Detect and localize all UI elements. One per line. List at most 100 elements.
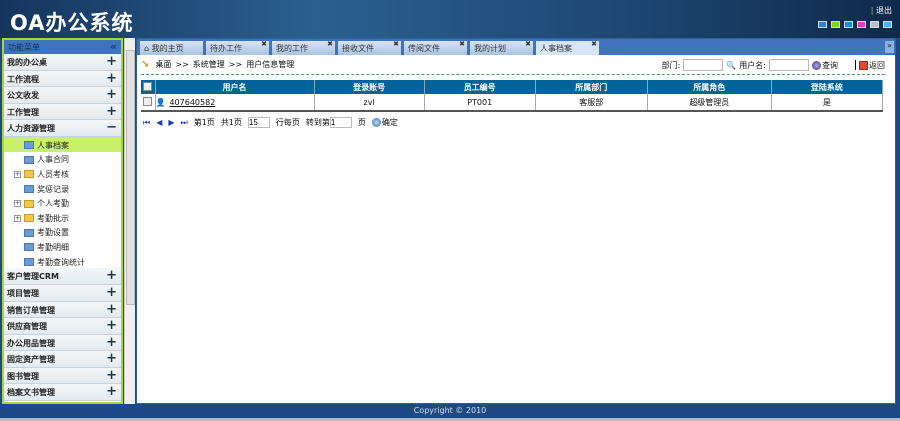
- collapse-icon[interactable]: «: [110, 40, 117, 53]
- tab[interactable]: 接收文件 ✖: [338, 40, 401, 55]
- expand-icon[interactable]: +: [14, 170, 21, 178]
- close-icon[interactable]: ✖: [591, 40, 597, 48]
- tab-more-icon[interactable]: »: [885, 41, 894, 53]
- menu-group[interactable]: 工作流程 +: [4, 70, 121, 88]
- close-icon[interactable]: ✖: [393, 40, 399, 48]
- username-link[interactable]: 407640582: [169, 98, 215, 107]
- menu-group[interactable]: 工作管理 +: [4, 103, 121, 121]
- plus-icon: +: [106, 54, 117, 69]
- menu-item[interactable]: 考勤查询统计: [4, 254, 121, 269]
- menu-group[interactable]: 办公用品管理 +: [4, 334, 121, 352]
- sidebar-header: 功能菜单 «: [4, 40, 121, 54]
- menu-item-label: 考勤查询统计: [37, 257, 85, 267]
- confirm-button[interactable]: 确定: [371, 117, 398, 128]
- breadcrumb-item[interactable]: 桌面: [155, 60, 171, 69]
- close-icon[interactable]: ✖: [327, 40, 333, 48]
- tab[interactable]: 我的工作 ✖: [272, 40, 335, 55]
- menu-group[interactable]: 图书管理 +: [4, 367, 121, 385]
- breadcrumb-separator: >>: [175, 60, 189, 69]
- menu-item[interactable]: + 考勤批示: [4, 210, 121, 225]
- menu-item[interactable]: + 个人考勤: [4, 195, 121, 210]
- menu-item[interactable]: 人事档案: [4, 136, 121, 152]
- globe-icon: [371, 118, 381, 127]
- column-header: 所属部门: [535, 80, 648, 94]
- minus-icon: −: [106, 120, 117, 136]
- menu-item[interactable]: + 人员考核: [4, 166, 121, 181]
- menu-item[interactable]: 考勤设置: [4, 225, 121, 240]
- menu-item[interactable]: 奖惩记录: [4, 181, 121, 196]
- tab-label: 我的工作: [276, 44, 308, 53]
- menu-group-label: 项目管理: [7, 288, 39, 298]
- folder-icon: [24, 170, 34, 179]
- goto-input[interactable]: [329, 117, 352, 128]
- magnifier-icon[interactable]: 🔍: [726, 61, 736, 70]
- menu-group-label: 固定资产管理: [7, 355, 55, 365]
- menu-group-open[interactable]: 人力资源管理 −: [4, 120, 121, 137]
- skin-3[interactable]: [857, 21, 866, 28]
- back-button[interactable]: 返回: [859, 60, 885, 71]
- tab[interactable]: ⌂ 我的主页: [140, 41, 203, 55]
- breadcrumb-item[interactable]: 系统管理: [193, 60, 225, 69]
- prev-page-button[interactable]: ◀: [156, 118, 162, 127]
- menu-group-label: 人力资源管理: [7, 124, 55, 134]
- plus-icon: +: [106, 70, 117, 86]
- skin-1[interactable]: [831, 21, 840, 28]
- skin-5[interactable]: [883, 21, 892, 28]
- per-page-input[interactable]: [247, 117, 270, 128]
- scrollbar-thumb[interactable]: [126, 50, 135, 305]
- page-unit: 页: [357, 118, 366, 127]
- tab-label: 我的计划: [474, 44, 506, 53]
- last-page-button[interactable]: ⏭: [181, 118, 188, 128]
- header: OA办公系统 退出: [0, 0, 900, 38]
- tab[interactable]: 待办工作 ✖: [206, 40, 269, 55]
- select-all-checkbox[interactable]: [143, 81, 153, 91]
- per-page-label: 行每页: [275, 118, 300, 127]
- close-icon[interactable]: ✖: [261, 40, 267, 48]
- search-button[interactable]: 查询: [812, 60, 838, 71]
- menu-item[interactable]: 考勤明细: [4, 239, 121, 254]
- menu-group[interactable]: 档案文书管理 +: [4, 384, 121, 402]
- logout-link[interactable]: 退出: [871, 5, 892, 16]
- page-icon: [24, 155, 34, 164]
- username-input[interactable]: [769, 59, 809, 71]
- next-page-button[interactable]: ▶: [168, 118, 174, 127]
- menu-group[interactable]: 项目管理 +: [4, 284, 121, 302]
- cell-value: 是: [822, 97, 831, 107]
- expand-icon[interactable]: +: [14, 200, 21, 208]
- page-icon: [24, 185, 34, 194]
- cell-value: zvl: [363, 97, 375, 107]
- confirm-label: 确定: [381, 118, 398, 127]
- skin-selector: [818, 21, 892, 28]
- menu-item-label: 人事档案: [37, 140, 69, 150]
- close-icon[interactable]: ✖: [459, 40, 465, 48]
- menu-group[interactable]: 我的办公桌 +: [4, 54, 121, 71]
- sidebar: 功能菜单 « 我的办公桌 + 工作流程 + 公文收发 + 工作管理 + 人力资源管理 − 人事档案…: [2, 38, 123, 404]
- folder-icon: [24, 214, 34, 223]
- menu-item[interactable]: 人事合同: [4, 152, 121, 167]
- skin-0[interactable]: [818, 21, 827, 28]
- menu-group-label: 公文收发: [7, 91, 39, 101]
- skin-4[interactable]: [870, 21, 879, 28]
- menu-group[interactable]: 公文收发 +: [4, 87, 121, 104]
- dept-label: 部门:: [661, 60, 681, 70]
- dept-input[interactable]: [683, 59, 724, 71]
- first-page-button[interactable]: ⏮: [143, 118, 150, 128]
- menu-group-label: 档案文书管理: [7, 388, 55, 398]
- column-header: 员工编号: [424, 80, 536, 94]
- footer: Copyright © 2010: [413, 406, 487, 415]
- menu-group[interactable]: 供应商管理 +: [4, 318, 121, 335]
- menu-group[interactable]: 客户管理CRM +: [4, 268, 121, 285]
- skin-2[interactable]: [844, 21, 853, 28]
- menu-group[interactable]: 销售订单管理 +: [4, 301, 121, 319]
- tab[interactable]: 人事档案 ✖: [536, 40, 599, 55]
- sidebar-scrollbar[interactable]: [124, 38, 135, 404]
- breadcrumb-item: 用户信息管理: [246, 60, 295, 69]
- tab[interactable]: 传阅文件 ✖: [404, 40, 467, 55]
- menu-group[interactable]: 固定资产管理 +: [4, 351, 121, 368]
- expand-icon[interactable]: +: [14, 214, 21, 222]
- table-row: 👤 407640582 zvl PT001 客服部 超级管理员 是: [141, 94, 884, 112]
- main-panel: ⌂ 我的主页 待办工作 ✖ 我的工作 ✖ 接收文件 ✖ 传阅文件 ✖ 我的计划 ✖ 人事档案 ✖» ↘ …: [136, 38, 896, 404]
- close-icon[interactable]: ✖: [525, 40, 531, 48]
- row-checkbox[interactable]: [143, 96, 153, 106]
- tab[interactable]: 我的计划 ✖: [470, 40, 533, 55]
